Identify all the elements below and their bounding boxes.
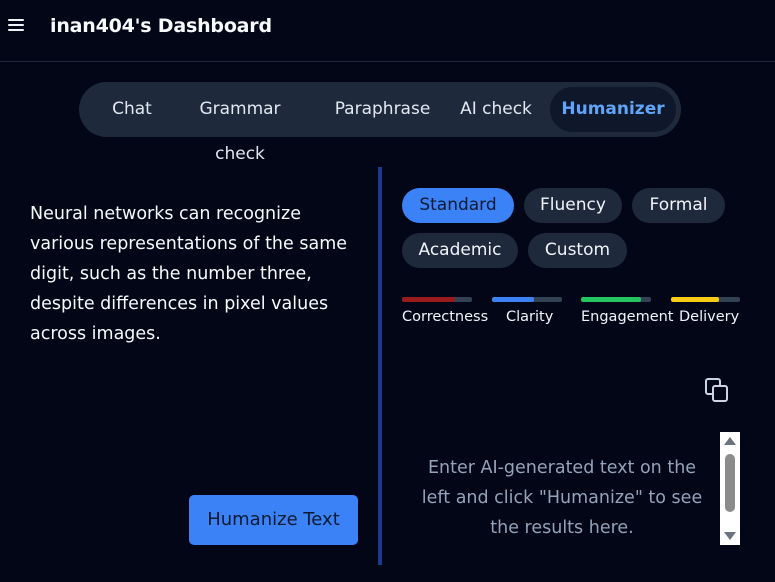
tab-paraphrase[interactable]: Paraphrase bbox=[325, 87, 440, 132]
mode-custom[interactable]: Custom bbox=[528, 233, 627, 268]
metric-label-engagement: Engagement bbox=[581, 309, 674, 325]
output-scrollbar[interactable] bbox=[720, 432, 740, 545]
pane-divider bbox=[378, 167, 382, 565]
clarity-meter-fill bbox=[492, 297, 534, 302]
dashboard-title: inan404's Dashboard bbox=[50, 15, 272, 37]
delivery-meter bbox=[671, 297, 740, 302]
engagement-meter-fill bbox=[581, 297, 641, 302]
mode-standard[interactable]: Standard bbox=[402, 188, 514, 223]
correctness-meter bbox=[402, 297, 472, 302]
clarity-meter bbox=[492, 297, 562, 302]
scroll-up-arrow-icon[interactable] bbox=[724, 437, 736, 445]
scroll-thumb[interactable] bbox=[725, 454, 735, 512]
mode-formal[interactable]: Formal bbox=[632, 188, 725, 223]
input-text-area[interactable]: Neural networks can recognize various re… bbox=[30, 199, 365, 349]
mode-fluency[interactable]: Fluency bbox=[524, 188, 622, 223]
metric-label-delivery: Delivery bbox=[679, 309, 740, 325]
metric-label-clarity: Clarity bbox=[506, 309, 554, 325]
humanize-text-button[interactable]: Humanize Text bbox=[189, 495, 358, 545]
correctness-meter-fill bbox=[402, 297, 455, 302]
tab-grammar-check[interactable]: Grammar check bbox=[173, 87, 307, 164]
humanizer-dashboard: inan404's Dashboard Chat Grammar check P… bbox=[0, 0, 775, 582]
tab-chat[interactable]: Chat bbox=[91, 87, 173, 132]
mode-academic[interactable]: Academic bbox=[402, 233, 518, 268]
delivery-meter-fill bbox=[671, 297, 720, 302]
metric-label-correctness: Correctness bbox=[402, 309, 489, 325]
output-placeholder: Enter AI-generated text on the left and … bbox=[421, 458, 703, 538]
tool-tabs: Chat Grammar check Paraphrase AI check H… bbox=[79, 82, 681, 164]
top-header: inan404's Dashboard bbox=[0, 0, 775, 62]
copy-icon[interactable] bbox=[704, 377, 730, 403]
tab-humanizer[interactable]: Humanizer bbox=[550, 87, 676, 132]
hamburger-menu-icon[interactable] bbox=[8, 19, 24, 33]
tab-ai-check[interactable]: AI check bbox=[453, 87, 539, 132]
engagement-meter bbox=[581, 297, 651, 302]
scroll-down-arrow-icon[interactable] bbox=[724, 532, 736, 540]
